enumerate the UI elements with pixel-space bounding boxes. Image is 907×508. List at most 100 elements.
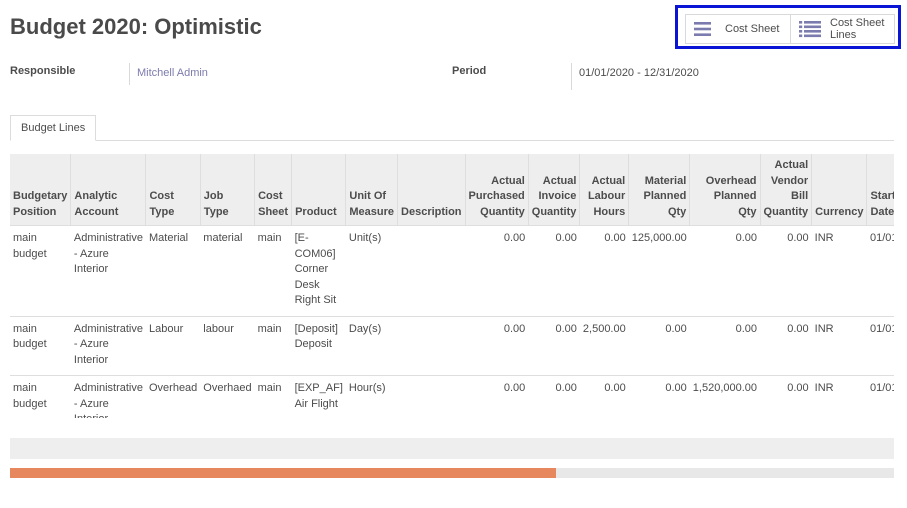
column-header[interactable]: Cost Type — [145, 154, 201, 226]
responsible-label: Responsible — [10, 65, 76, 77]
column-header-text: Actual — [542, 174, 577, 187]
table-cell: Overhead — [145, 375, 201, 418]
table-cell — [397, 225, 466, 316]
column-header-text: Measure — [349, 205, 395, 218]
column-header[interactable]: Actual Vendor Bill Quantity — [759, 154, 812, 226]
table-cell: Day(s) — [345, 315, 398, 376]
table-cell: 0.00 — [689, 315, 761, 376]
column-header-text: Position — [13, 205, 57, 218]
column-header-text: Quantity — [531, 205, 577, 218]
period-value: 01/01/2020 - 12/31/2020 — [579, 67, 699, 79]
table-cell: 0.00 — [579, 225, 629, 316]
column-header-text: Account — [74, 205, 119, 218]
column-header-text: Analytic — [74, 190, 118, 202]
column-header-text: Start — [870, 190, 894, 202]
table-cell: main — [254, 375, 292, 418]
column-header-text: Qty — [738, 205, 757, 218]
table-cell: 0.00 — [628, 315, 690, 376]
budget-lines-table: Budgetary Position Analytic Account Cost Type… — [10, 154, 894, 418]
column-header[interactable]: Job Type — [199, 154, 255, 226]
progress-bar — [10, 468, 894, 478]
table-cell: 0.00 — [760, 375, 812, 418]
cost-sheet-lines-label-line2: Lines — [830, 29, 857, 41]
column-header[interactable]: Description — [397, 154, 466, 226]
column-header-text: Invoice — [538, 190, 577, 202]
column-header-text: Planned — [713, 190, 757, 202]
table-cell: Administrative - Azure Interior — [70, 315, 146, 376]
tabs-divider — [10, 140, 894, 141]
table-cell: 0.00 — [528, 375, 580, 418]
table-row[interactable]: main budgetAdministrative - Azure Interi… — [10, 315, 894, 376]
table-cell — [397, 375, 466, 418]
column-header-text: Planned — [643, 190, 687, 202]
table-cell: INR — [811, 315, 867, 376]
column-header[interactable]: Cost Sheet — [254, 154, 292, 226]
column-header[interactable]: Unit Of Measure — [345, 154, 398, 226]
tab-budget-lines[interactable]: Budget Lines — [10, 115, 97, 141]
table-cell: main — [254, 225, 292, 316]
table-cell — [397, 315, 466, 376]
table-cell: 01/01/ — [866, 225, 894, 316]
table-cell: [E-COM06] Corner Desk Right Sit — [291, 225, 346, 316]
cost-sheet-lines-label: Cost Sheet Lines — [830, 17, 884, 41]
cost-sheet-button[interactable]: Cost Sheet — [685, 14, 790, 44]
column-header[interactable]: Start Date — [866, 154, 894, 226]
column-header-text: Qty — [667, 205, 687, 218]
cost-sheet-lines-label-line1: Cost Sheet — [830, 17, 885, 29]
table-cell: 01/01/ — [866, 375, 894, 418]
table-cell: Material — [145, 225, 201, 316]
table-cell: 0.00 — [465, 225, 529, 316]
horizontal-scrollbar[interactable] — [10, 438, 894, 459]
table-cell: main budget — [10, 375, 71, 418]
table-cell: Administrative - Azure Interior — [70, 375, 146, 418]
progress-bar-fill — [10, 468, 557, 478]
column-header-text: Vendor — [770, 174, 809, 187]
table-cell: [EXP_AF] Air Flight — [291, 375, 346, 418]
table-cell: main budget — [10, 315, 71, 376]
column-header-text: Cost — [149, 190, 174, 202]
column-header[interactable]: Budgetary Position — [10, 154, 71, 226]
column-header-text: Material — [644, 174, 687, 187]
responsible-separator — [129, 63, 130, 85]
column-header-text: Sheet — [258, 205, 289, 218]
table-cell: material — [200, 225, 255, 316]
table-cell: INR — [811, 375, 867, 418]
column-header-text: Type — [203, 205, 229, 218]
list-detail-icon — [799, 21, 821, 38]
period-label: Period — [452, 65, 487, 77]
column-header[interactable]: Currency — [811, 154, 867, 226]
column-header[interactable]: Actual Invoice Quantity — [527, 154, 580, 226]
table-cell: 01/01/ — [866, 315, 894, 376]
column-header-text: Actual — [591, 174, 626, 187]
column-header[interactable]: Analytic Account — [70, 154, 146, 226]
table-cell: 0.00 — [465, 315, 529, 376]
table-cell: Labour — [145, 315, 201, 376]
table-cell: 0.00 — [465, 375, 529, 418]
column-header-text: Labour — [587, 190, 626, 202]
column-header-text: Hours — [593, 205, 626, 218]
table-cell: [Deposit] Deposit — [291, 315, 346, 376]
table-cell: main — [254, 315, 292, 376]
column-header-text: Overhead — [705, 174, 757, 187]
table-cell: 0.00 — [579, 375, 629, 418]
responsible-value[interactable]: Mitchell Admin — [137, 67, 208, 79]
table-row[interactable]: main budgetAdministrative - Azure Interi… — [10, 375, 894, 418]
cost-sheet-lines-button[interactable]: Cost Sheet Lines — [790, 14, 895, 44]
column-header-text: Cost — [258, 190, 283, 202]
table-cell: 0.00 — [689, 225, 761, 316]
column-header-text: Job — [203, 190, 224, 202]
cost-sheet-label: Cost Sheet — [725, 23, 780, 35]
column-header[interactable]: Overhead Planned Qty — [689, 154, 761, 226]
column-header-text: Currency — [815, 205, 864, 218]
column-header-text: Type — [149, 205, 175, 218]
table-cell: labour — [200, 315, 255, 376]
table-cell: 125,000.00 — [628, 225, 690, 316]
table-cell: 0.00 — [528, 225, 580, 316]
column-header[interactable]: Actual Purchased Quantity — [464, 154, 529, 226]
column-header[interactable]: Product — [291, 154, 346, 226]
period-separator — [571, 63, 572, 90]
column-header[interactable]: Material Planned Qty — [628, 154, 690, 226]
column-header[interactable]: Actual Labour Hours — [579, 154, 629, 226]
page-title: Budget 2020: Optimistic — [10, 14, 262, 39]
table-row[interactable]: main budgetAdministrative - Azure Interi… — [10, 225, 894, 316]
